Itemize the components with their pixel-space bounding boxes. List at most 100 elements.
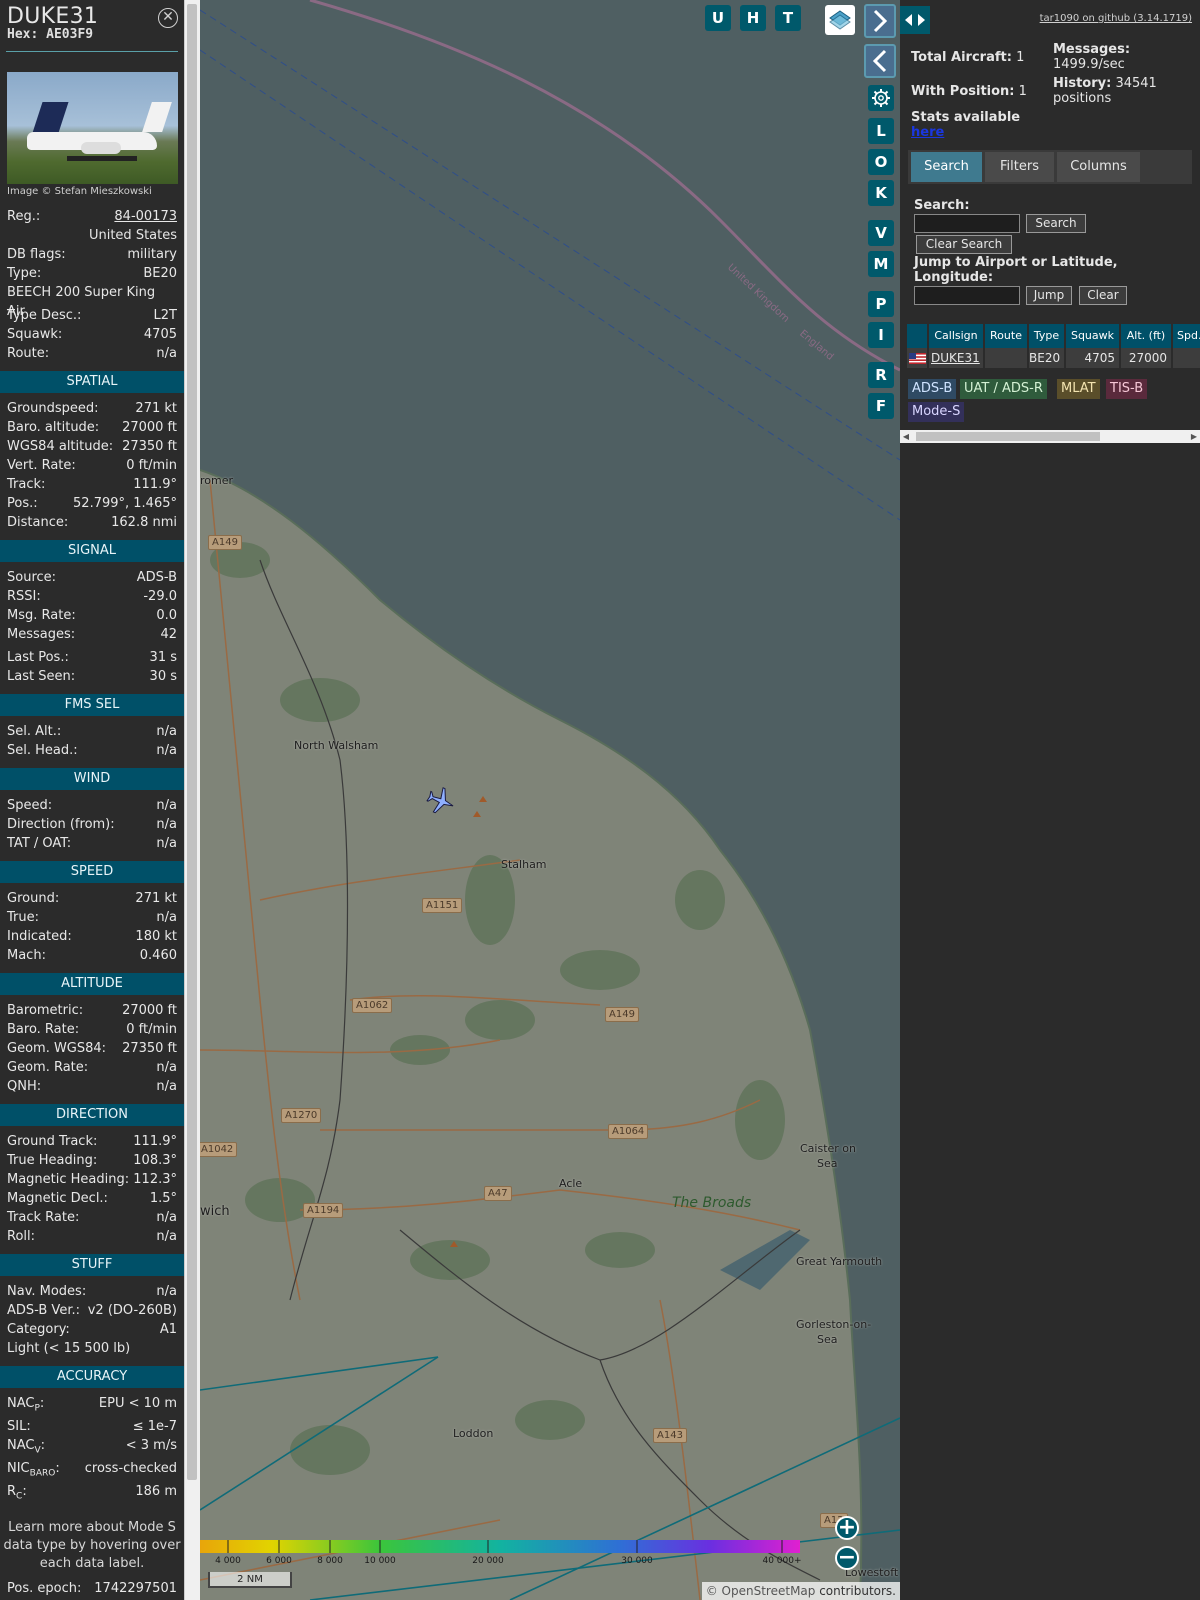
map-button-f[interactable]: F <box>868 393 894 419</box>
row-type[interactable]: BE20 <box>1029 348 1064 368</box>
info-row: Mach: 0.460 <box>0 946 184 965</box>
info-label: True Heading: <box>7 1153 98 1168</box>
town-north-walsham: North Walsham <box>294 739 379 752</box>
section-stuff[interactable]: STUFF <box>0 1254 184 1276</box>
info-value: 111.9° <box>133 477 177 492</box>
map-button-h[interactable]: H <box>740 5 766 31</box>
info-label: ADS-B Ver.: <box>7 1303 80 1318</box>
road-a143: A143 <box>653 1428 687 1443</box>
zoom-in-button[interactable]: + <box>835 1516 859 1540</box>
info-value: n/a <box>156 910 177 925</box>
osm-link[interactable]: © OpenStreetMap <box>706 1584 816 1598</box>
map-button-k[interactable]: K <box>868 180 894 206</box>
col-type[interactable]: Type <box>1029 324 1064 348</box>
info-row: Source: ADS-B <box>0 568 184 587</box>
hex-line: Hex: AE03F9 <box>7 27 94 42</box>
road-a47: A47 <box>484 1186 512 1201</box>
legend-modes: Mode-S <box>908 402 965 422</box>
close-icon[interactable]: ✕ <box>158 8 178 28</box>
tab-columns[interactable]: Columns <box>1057 152 1140 182</box>
info-value: 30 s <box>149 669 177 684</box>
info-value: 0 ft/min <box>126 458 177 473</box>
section-direction[interactable]: DIRECTION <box>0 1104 184 1126</box>
aircraft-list-sidebar: tar1090 on github (3.14.1719) Total Airc… <box>900 0 1200 1600</box>
search-button[interactable]: Search <box>1026 214 1086 233</box>
info-label: Direction (from): <box>7 817 115 832</box>
jump-button[interactable]: Jump <box>1026 286 1072 305</box>
map-button-v[interactable]: V <box>868 220 894 246</box>
section-speed[interactable]: SPEED <box>0 861 184 883</box>
town-gorleston: Gorleston-on- <box>796 1318 872 1331</box>
section-wind[interactable]: WIND <box>0 768 184 790</box>
table-scroll-thumb[interactable] <box>916 432 1100 441</box>
town-cromer: romer <box>200 474 234 487</box>
info-scrollbar-thumb[interactable] <box>187 4 197 1480</box>
town-stalham: Stalham <box>501 858 547 871</box>
clear-search-button[interactable]: Clear Search <box>916 235 1012 254</box>
info-value: 27000 ft <box>122 1003 177 1018</box>
aircraft-marker-icon[interactable] <box>426 786 456 816</box>
section-accuracy[interactable]: ACCURACY <box>0 1366 184 1388</box>
scroll-right-icon[interactable]: ▶ <box>1188 430 1200 443</box>
info-row: Category: A1 <box>0 1320 184 1339</box>
info-label: Magnetic Decl.: <box>7 1191 108 1206</box>
tab-filters[interactable]: Filters <box>985 152 1054 182</box>
route-row: Route: n/a <box>7 346 177 361</box>
info-label: Nav. Modes: <box>7 1284 87 1299</box>
table-horizontal-scrollbar[interactable]: ◀ ▶ <box>900 430 1200 443</box>
sidebar-toggle-button[interactable] <box>900 6 930 34</box>
stats-here-link[interactable]: here <box>911 125 944 140</box>
alt-tick-40000: 40 000+ <box>762 1556 802 1566</box>
settings-button[interactable] <box>868 85 894 111</box>
scroll-left-icon[interactable]: ◀ <box>900 430 912 443</box>
row-squawk[interactable]: 4705 <box>1066 348 1119 368</box>
row-callsign-link[interactable]: DUKE31 <box>929 348 983 368</box>
col-route[interactable]: Route <box>985 324 1027 348</box>
clear-button[interactable]: Clear <box>1079 286 1127 305</box>
map-button-u[interactable]: U <box>705 5 731 31</box>
row-route[interactable] <box>985 348 1027 368</box>
registration-link[interactable]: 84-00173 <box>114 207 177 226</box>
col-squawk[interactable]: Squawk <box>1066 324 1119 348</box>
section-spatial[interactable]: SPATIAL <box>0 371 184 393</box>
section-altitude[interactable]: ALTITUDE <box>0 973 184 995</box>
expand-right-button[interactable] <box>864 4 896 38</box>
layers-icon[interactable] <box>825 5 855 35</box>
map-button-m[interactable]: M <box>868 251 894 277</box>
info-value: n/a <box>156 798 177 813</box>
col-callsign[interactable]: Callsign <box>929 324 983 348</box>
selected-callsign: DUKE31 <box>7 4 99 29</box>
map-canvas[interactable]: United Kingdom England romer North Walsh… <box>200 0 900 1600</box>
zoom-out-button[interactable]: − <box>835 1546 859 1570</box>
aircraft-photo[interactable] <box>7 72 178 184</box>
type-desc-row: Type Desc.: L2T <box>7 308 177 323</box>
col-altitude[interactable]: Alt. (ft) <box>1121 324 1171 348</box>
search-input[interactable] <box>914 214 1020 233</box>
map-button-o[interactable]: O <box>868 149 894 175</box>
jump-input[interactable] <box>914 286 1020 305</box>
row-altitude[interactable]: 27000 <box>1121 348 1171 368</box>
row-speed[interactable] <box>1173 348 1200 368</box>
section-fms[interactable]: FMS SEL <box>0 694 184 716</box>
map-button-l[interactable]: L <box>868 118 894 144</box>
hex-value: AE03F9 <box>46 27 94 42</box>
info-value: n/a <box>156 1060 177 1075</box>
github-link[interactable]: tar1090 on github (3.14.1719) <box>1040 13 1192 24</box>
info-value: n/a <box>156 724 177 739</box>
tab-search[interactable]: Search <box>911 152 982 182</box>
section-signal[interactable]: SIGNAL <box>0 540 184 562</box>
squawk-row: Squawk: 4705 <box>7 327 177 342</box>
collapse-left-button[interactable] <box>864 44 896 78</box>
info-row: Messages: 42 <box>0 625 184 644</box>
info-label: Vert. Rate: <box>7 458 76 473</box>
us-flag-icon <box>909 353 926 364</box>
map-button-r[interactable]: R <box>868 362 894 388</box>
col-speed[interactable]: Spd. <box>1173 324 1200 348</box>
info-row: ADS-B Ver.: v2 (DO-260B) <box>0 1301 184 1320</box>
map-button-i[interactable]: I <box>868 322 894 348</box>
info-row: QNH: n/a <box>0 1077 184 1096</box>
row-flag[interactable] <box>907 348 927 368</box>
map-button-p[interactable]: P <box>868 291 894 317</box>
map-button-t[interactable]: T <box>775 5 801 31</box>
info-label: Track Rate: <box>7 1210 80 1225</box>
